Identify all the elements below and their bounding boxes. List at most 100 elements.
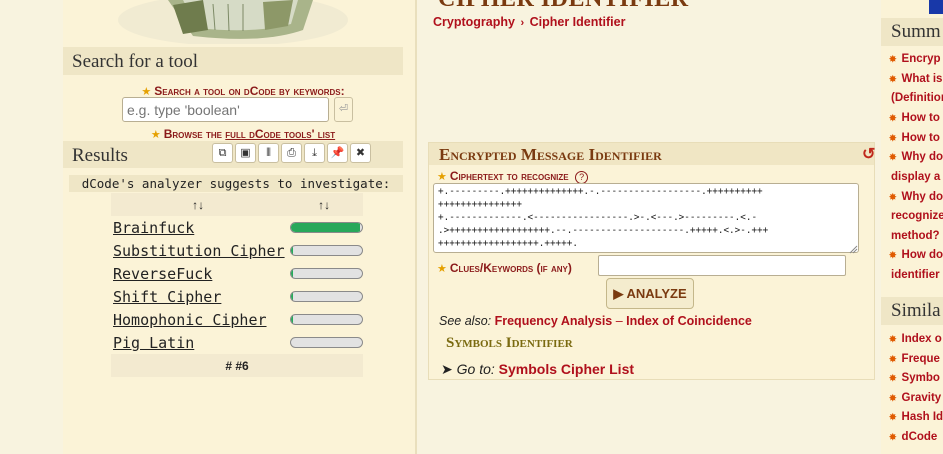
score-bar-fill: [290, 292, 293, 301]
breadcrumb-cryptography[interactable]: Cryptography: [433, 15, 515, 29]
summary-link-cont[interactable]: method?: [891, 230, 940, 242]
see-also-separator: –: [615, 314, 623, 328]
summary-link-cont[interactable]: (Definition: [891, 92, 943, 104]
star-icon: ★: [150, 129, 161, 141]
sort-by-score-icon[interactable]: ↑↓: [285, 198, 363, 212]
summary-link[interactable]: ✸ What is: [889, 73, 942, 85]
clues-label: Clues/Keywords (if any): [449, 261, 572, 275]
frequency-analysis-link[interactable]: Frequency Analysis: [495, 314, 613, 328]
bullet-icon: ✸: [889, 432, 897, 442]
clues-label-row: ★ Clues/Keywords (if any): [437, 259, 572, 277]
result-link[interactable]: ReverseFuck: [111, 265, 286, 283]
results-toolbar: ⧉ ▣ ⦀ ⎙ ⤓ 📌 ✖: [210, 143, 371, 163]
score-bar: [289, 245, 363, 256]
summary-link[interactable]: ✸ How to: [889, 112, 940, 124]
sort-by-name-icon[interactable]: ↑↓: [111, 198, 285, 212]
summary-link-cont[interactable]: display a: [891, 171, 940, 183]
resize-handle-icon[interactable]: [848, 241, 858, 254]
symbols-identifier-link[interactable]: Symbols Identifier: [446, 335, 573, 352]
similar-link[interactable]: ✸ Hash Id: [889, 411, 943, 423]
bullet-icon: ✸: [889, 354, 897, 364]
see-also-row: See also: Frequency Analysis – Index of …: [439, 314, 752, 328]
tool-search-input[interactable]: [122, 97, 329, 122]
score-bar: [289, 222, 363, 233]
print-icon[interactable]: ⎙: [281, 143, 302, 163]
summary-title: Summ: [881, 18, 943, 46]
bullet-icon: ✸: [889, 373, 897, 383]
summary-link[interactable]: ✸ How to: [889, 132, 940, 144]
results-table: ↑↓ ↑↓ Brainfuck Substitution Cipher Reve…: [111, 193, 363, 377]
page-title: CIPHER IDENTIFIER: [438, 0, 689, 13]
split-icon[interactable]: ⦀: [258, 143, 279, 163]
search-section-title: Search for a tool: [63, 47, 403, 75]
ciphertext-label: Ciphertext to recognize: [449, 169, 569, 183]
clues-input[interactable]: [598, 255, 846, 276]
summary-link[interactable]: ✸ How do: [889, 249, 943, 261]
score-bar-fill: [290, 315, 293, 324]
summary-link-cont[interactable]: identifier: [891, 269, 940, 281]
score-bar: [289, 337, 363, 348]
result-link[interactable]: Substitution Cipher: [111, 242, 286, 260]
similar-link[interactable]: ✸ dCode: [889, 431, 937, 443]
score-bar: [289, 268, 363, 279]
bullet-icon: ✸: [889, 54, 897, 64]
score-bar: [289, 291, 363, 302]
results-footer: # #6: [111, 354, 363, 377]
similar-link[interactable]: ✸ Symbo: [889, 372, 940, 384]
bullet-icon: ✸: [889, 113, 897, 123]
bullet-icon: ✸: [889, 133, 897, 143]
ciphertext-textarea[interactable]: +.---------.++++++++++++++.-.-----------…: [433, 183, 859, 253]
bullet-icon: ✸: [889, 393, 897, 403]
breadcrumb: Cryptography › Cipher Identifier: [433, 15, 625, 29]
results-header-row: ↑↓ ↑↓: [111, 193, 363, 216]
index-of-coincidence-link[interactable]: Index of Coincidence: [626, 314, 752, 328]
breadcrumb-separator: ›: [520, 17, 525, 29]
arrow-icon: ➤: [441, 361, 453, 377]
right-sidebar: Summ ✸ Encryp ✸ What is (Definition ✸ How t…: [881, 0, 943, 454]
bullet-icon: ✸: [889, 250, 897, 260]
close-icon[interactable]: ✖: [350, 143, 371, 163]
similar-link[interactable]: ✸ Freque: [889, 353, 940, 365]
summary-link-cont[interactable]: recognize: [891, 210, 943, 222]
star-icon: ★: [437, 171, 447, 183]
summary-link[interactable]: ✸ Why do: [889, 191, 943, 203]
encrypted-message-identifier-panel: Encrypted Message Identifier ↺ ★ Cipherte…: [428, 142, 875, 380]
result-row: Brainfuck: [111, 216, 363, 239]
bullet-icon: ✸: [889, 334, 897, 344]
result-row: Homophonic Cipher: [111, 308, 363, 331]
full-tools-list-link[interactable]: full dCode tools' list: [225, 127, 335, 141]
download-icon[interactable]: ⤓: [304, 143, 325, 163]
goto-label: Go to:: [456, 361, 495, 377]
similar-link[interactable]: ✸ Gravity: [889, 392, 941, 404]
score-bar-fill: [290, 246, 293, 255]
result-link[interactable]: Homophonic Cipher: [111, 311, 286, 329]
bullet-icon: ✸: [889, 74, 897, 84]
analyze-button-label: ANALYZE: [626, 286, 687, 301]
result-row: Substitution Cipher: [111, 239, 363, 262]
result-row: ReverseFuck: [111, 262, 363, 285]
summary-link[interactable]: ✸ Encryp: [889, 53, 941, 65]
similar-title: Simila: [881, 297, 943, 325]
reset-icon[interactable]: ↺: [862, 144, 875, 164]
breadcrumb-cipher-identifier[interactable]: Cipher Identifier: [530, 15, 626, 29]
score-bar-fill: [290, 269, 293, 278]
results-title: Results: [72, 145, 128, 166]
analyze-button[interactable]: ▶ ANALYZE: [606, 278, 694, 309]
result-link[interactable]: Brainfuck: [111, 219, 286, 237]
pin-icon[interactable]: 📌: [327, 143, 348, 163]
dcode-logo-image: [113, 0, 353, 44]
copy-icon[interactable]: ⧉: [212, 143, 233, 163]
panel-title: Encrypted Message Identifier: [429, 143, 874, 165]
similar-link[interactable]: ✸ Index o: [889, 333, 942, 345]
search-submit-icon[interactable]: ⏎: [334, 97, 353, 122]
analyzer-suggestion-text: dCode's analyzer suggests to investigate…: [69, 175, 403, 192]
screenshot-icon[interactable]: ▣: [235, 143, 256, 163]
symbols-cipher-list-link[interactable]: Symbols Cipher List: [499, 361, 634, 377]
score-bar: [289, 314, 363, 325]
result-row: Pig Latin: [111, 331, 363, 354]
result-link[interactable]: Pig Latin: [111, 334, 286, 352]
summary-link[interactable]: ✸ Why do: [889, 151, 943, 163]
result-link[interactable]: Shift Cipher: [111, 288, 286, 306]
see-also-label: See also:: [439, 314, 492, 328]
left-sidebar: Search for a tool ★ Search a tool on dCod…: [63, 0, 417, 454]
